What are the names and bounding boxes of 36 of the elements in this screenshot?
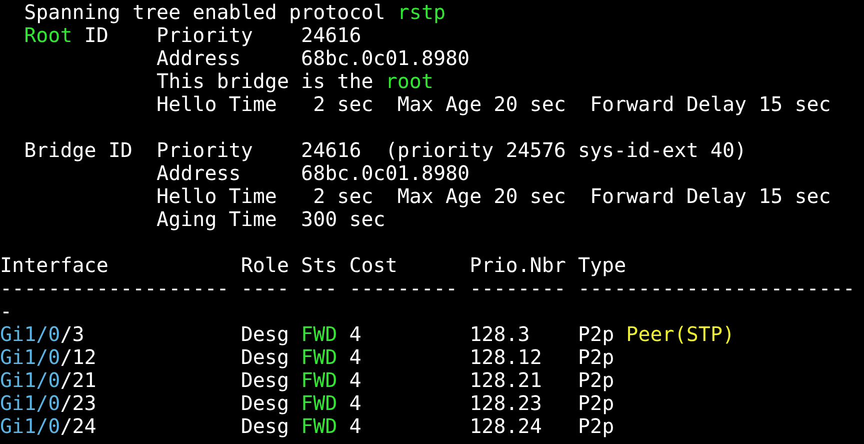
terminal-text: 4 128.24 P2p: [348, 414, 614, 438]
terminal-text: Gi1/0: [0, 391, 60, 415]
terminal-text: Peer(STP): [626, 322, 735, 346]
terminal-text: rstp: [397, 0, 446, 24]
terminal-text: /23 Desg: [60, 391, 290, 415]
terminal-text: Hello Time 2 sec Max Age 20 sec Forward Delay 15 sec: [156, 92, 831, 116]
terminal-text: Gi1/0: [0, 414, 60, 438]
terminal-text: /24 Desg: [60, 414, 290, 438]
terminal-text: /21 Desg: [60, 368, 290, 392]
terminal-text: Address 68bc.0c01.8980: [156, 161, 470, 185]
terminal-text: FWD: [301, 322, 338, 346]
terminal-text: 4 128.3 P2p: [348, 322, 616, 346]
terminal-text: 4 128.23 P2p: [348, 391, 614, 415]
terminal-text: Gi1/0: [0, 368, 60, 392]
terminal-text: Bridge ID Priority 24616 (priority 24576 sys-id-ext 40): [23, 138, 747, 162]
terminal-text: Root: [23, 23, 72, 47]
terminal-text: This bridge is the: [156, 69, 374, 93]
terminal-text: Aging Time 300 sec: [156, 207, 386, 231]
terminal-text: /12 Desg: [60, 345, 290, 369]
terminal-text: Hello Time 2 sec Max Age 20 sec Forward Delay 15 sec: [156, 184, 831, 208]
terminal-text: Spanning tree enabled protocol: [23, 0, 386, 24]
terminal-text: FWD: [301, 368, 338, 392]
terminal-text: -: [0, 299, 12, 323]
terminal-text: FWD: [301, 414, 338, 438]
terminal-text: FWD: [301, 345, 338, 369]
terminal-text: 4 128.21 P2p: [348, 368, 614, 392]
terminal-text: Address 68bc.0c01.8980: [156, 46, 470, 70]
terminal-text: ID Priority 24616: [84, 23, 362, 47]
terminal-text: ------------------- ---- --- --------- -------- -----------------------: [0, 276, 855, 300]
terminal-text: Gi1/0: [0, 345, 60, 369]
terminal-text: Gi1/0: [0, 322, 60, 346]
terminal-text: FWD: [301, 391, 338, 415]
terminal-text: root: [385, 69, 434, 93]
terminal-text: /3 Desg: [60, 322, 290, 346]
terminal-text: Interface Role Sts Cost Prio.Nbr Type: [0, 253, 626, 277]
terminal-text: 4 128.12 P2p: [348, 345, 614, 369]
